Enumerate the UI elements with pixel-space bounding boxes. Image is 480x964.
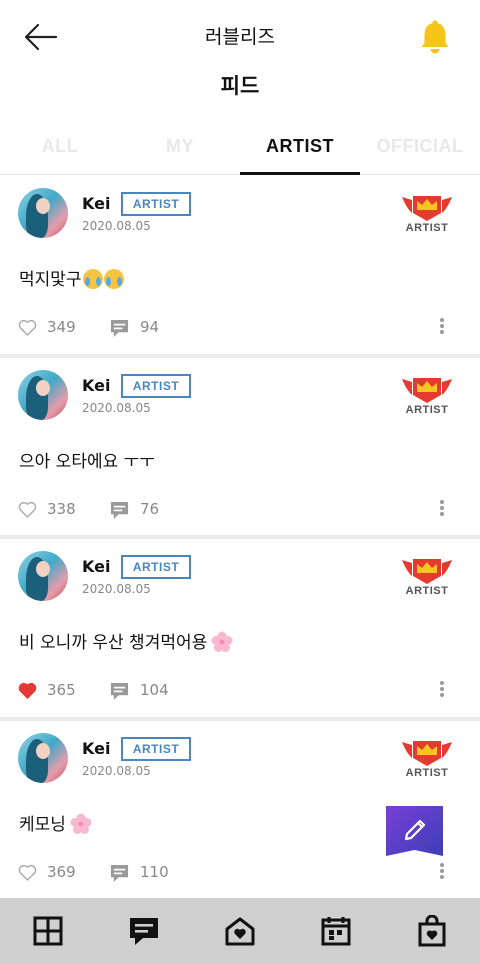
top-bar: 러블리즈 [0,0,480,70]
feed-post[interactable]: Kei ARTIST 2020.08.05 ARTIST 먹지맟구 349 94 [0,176,480,358]
post-username[interactable]: Kei [82,557,110,576]
post-stats: 365 104 [18,679,462,703]
feed-list: Kei ARTIST 2020.08.05 ARTIST 먹지맟구 349 94… [0,176,480,902]
heart-icon[interactable] [18,319,37,336]
emblem-label: ARTIST [405,585,449,597]
app-title: 러블리즈 [205,26,275,48]
nav-menu-button[interactable] [24,907,72,955]
compose-button[interactable] [386,806,443,862]
feed-icon [130,918,158,945]
post-text-content: 먹지맟구 [19,270,82,290]
artist-badge: ARTIST [121,192,191,216]
nav-shop-button[interactable] [408,907,456,955]
more-vertical-icon[interactable] [436,861,448,883]
nav-feed-button[interactable] [120,907,168,955]
artist-badge: ARTIST [121,736,191,761]
feed-post[interactable]: Kei ARTIST 2020.08.05 ARTIST 으아 오타에요 ㅜㅜ … [0,358,480,539]
like-count: 365 [47,681,76,699]
comment-icon[interactable] [110,864,129,883]
tab-official[interactable]: OFFICIAL [360,120,480,174]
avatar[interactable] [18,369,68,420]
post-username[interactable]: Kei [82,376,110,395]
feed-post[interactable]: Kei ARTIST 2020.08.05 ARTIST 비 오니까 우산 챙겨… [0,539,480,721]
post-stats: 369 110 [18,861,462,885]
post-stats: 338 76 [18,498,462,522]
pencil-icon [386,806,443,856]
nav-home-button[interactable] [216,907,264,955]
tab-my[interactable]: MY [120,120,240,174]
post-text: 으아 오타에요 ㅜㅜ [19,451,155,472]
comment-icon[interactable] [110,682,129,701]
grid-icon [33,916,63,946]
post-text-content: 비 오니까 우산 챙겨먹어용 [19,633,208,653]
post-date: 2020.08.05 [82,219,151,233]
post-username[interactable]: Kei [82,194,110,213]
more-vertical-icon[interactable] [436,498,448,520]
like-count: 349 [47,318,76,336]
bottom-navigation [0,898,480,964]
avatar[interactable] [18,188,68,238]
emblem-label: ARTIST [405,403,449,416]
notifications-button[interactable] [418,18,452,56]
comment-count: 110 [140,862,169,881]
like-count: 338 [47,499,76,518]
comment-icon[interactable] [110,319,129,338]
post-stats: 349 94 [18,316,462,340]
artist-badge: ARTIST [121,373,191,398]
post-date: 2020.08.05 [82,400,151,415]
comment-count: 104 [140,681,169,699]
like-count: 369 [47,862,76,881]
emblem-label: ARTIST [405,222,449,234]
tab-all[interactable]: ALL [0,120,120,174]
page-title: 피드 [220,74,260,98]
post-text-content: 케모닝 [19,814,66,835]
post-text: 비 오니까 우산 챙겨먹어용 [19,628,233,653]
crying-emoji-icon [82,269,103,289]
post-text: 먹지맟구 [19,265,124,290]
artist-badge: ARTIST [121,555,191,579]
feed-tabs: ALL MY ARTIST OFFICIAL [0,120,480,175]
avatar[interactable] [18,551,68,601]
post-date: 2020.08.05 [82,582,151,596]
more-vertical-icon[interactable] [436,679,448,701]
post-date: 2020.08.05 [82,763,151,778]
tab-artist[interactable]: ARTIST [240,120,360,175]
more-vertical-icon[interactable] [436,316,448,338]
comment-icon[interactable] [110,501,129,520]
calendar-icon [321,917,351,946]
post-text: 케모닝 [19,810,92,835]
heart-icon[interactable] [18,864,37,881]
comment-count: 94 [140,318,160,336]
cherry-blossom-icon [70,813,92,834]
nav-schedule-button[interactable] [312,907,360,955]
home-heart-icon [225,917,255,946]
heart-icon[interactable] [18,501,37,518]
post-username[interactable]: Kei [82,739,110,758]
bell-icon [421,20,449,54]
shop-bag-icon [418,915,446,947]
heart-icon[interactable] [18,682,37,699]
emblem-label: ARTIST [405,766,449,779]
cherry-blossom-icon [211,631,233,652]
comment-count: 76 [140,499,160,518]
crying-emoji-icon [103,269,124,289]
avatar[interactable] [18,732,68,783]
